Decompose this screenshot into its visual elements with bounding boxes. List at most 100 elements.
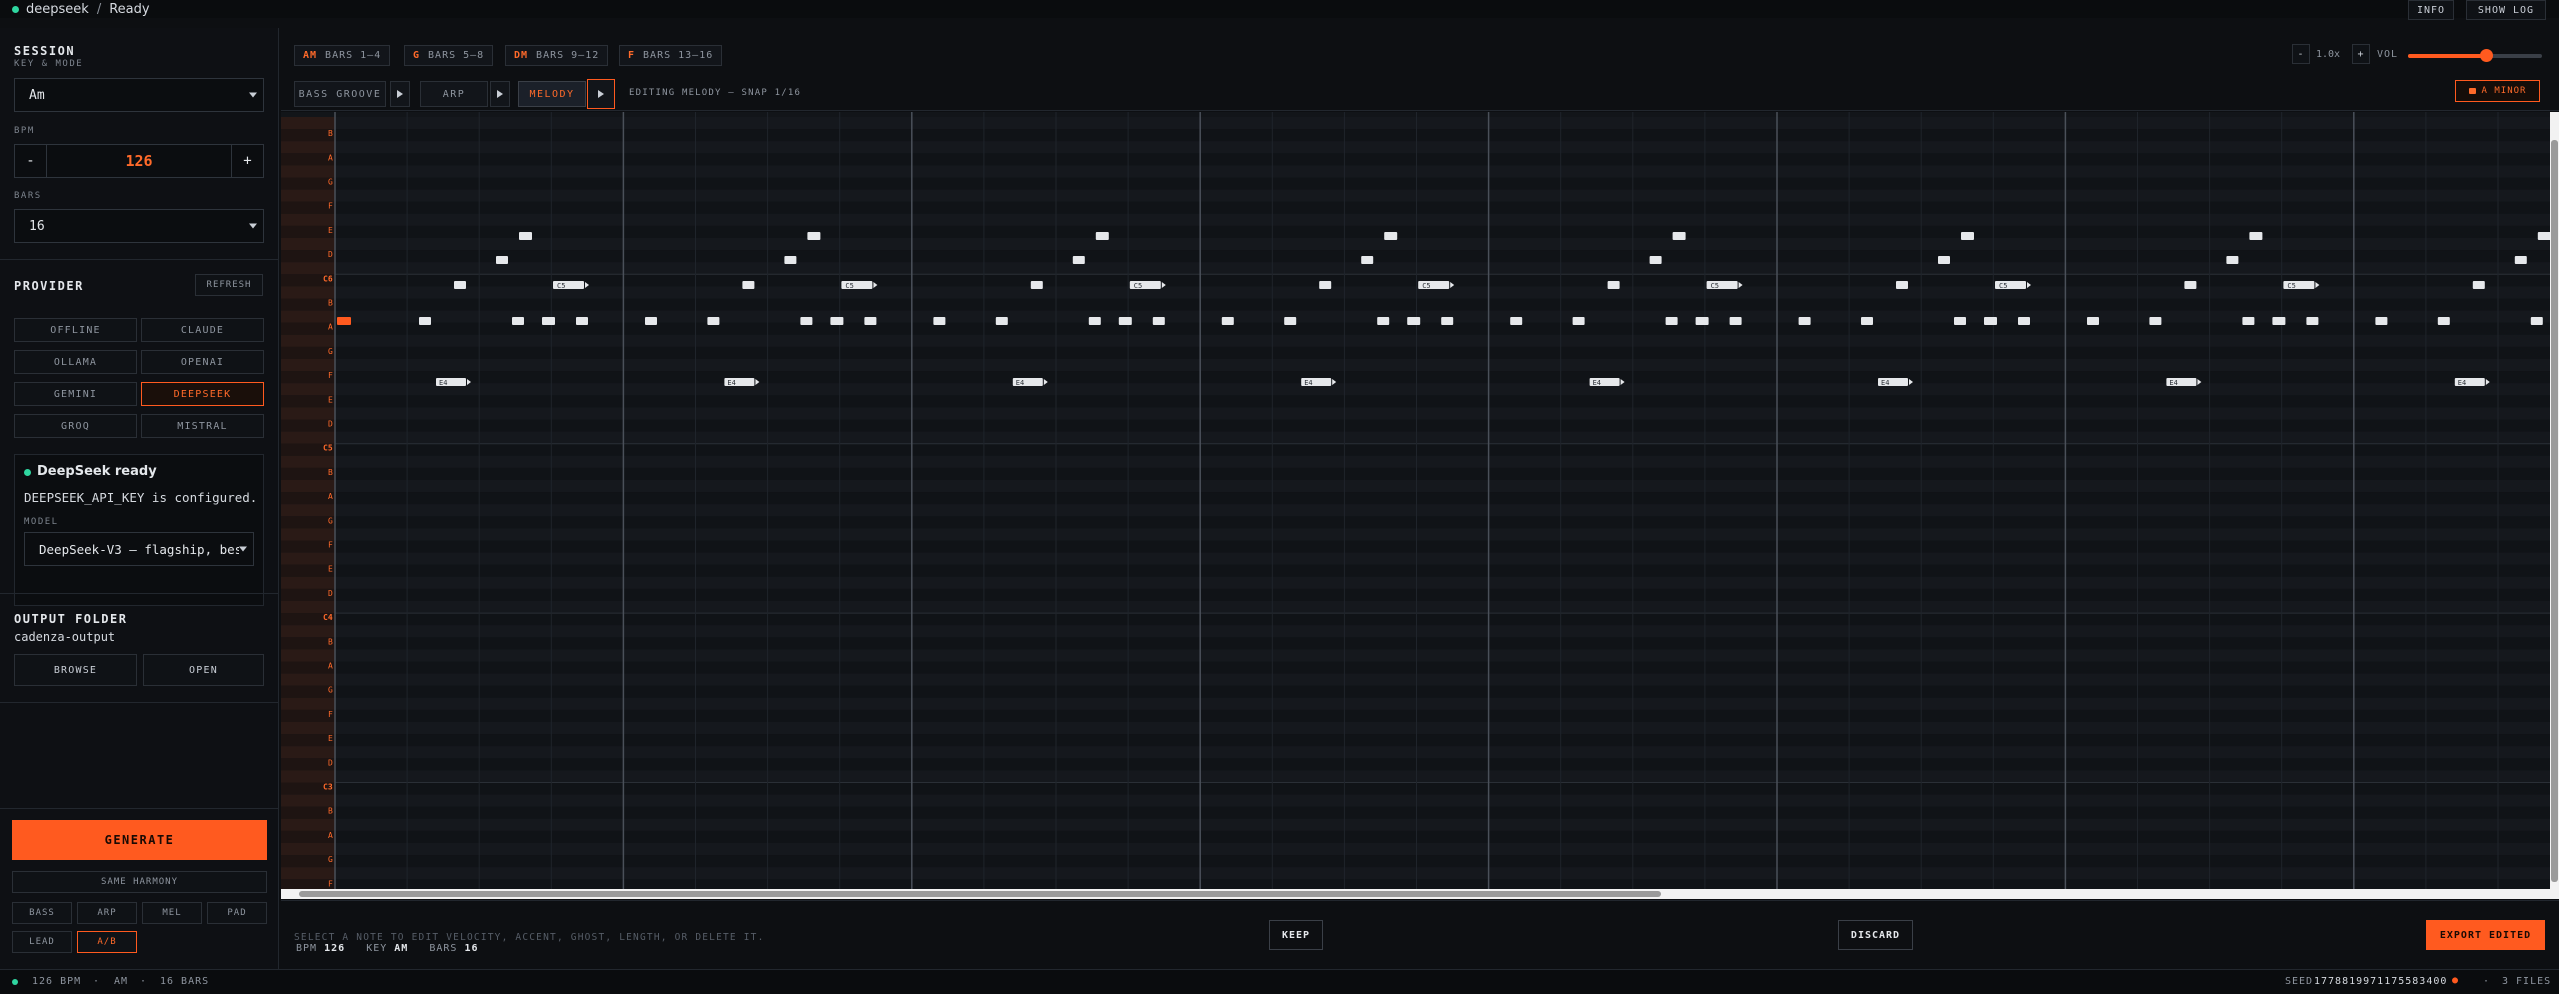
- melody-note[interactable]: [2530, 317, 2543, 325]
- piano-key[interactable]: [281, 661, 335, 674]
- melody-note[interactable]: [2226, 256, 2239, 264]
- piano-key[interactable]: [281, 129, 335, 142]
- piano-key[interactable]: [281, 189, 335, 202]
- melody-note[interactable]: [1572, 317, 1585, 325]
- piano-key[interactable]: [281, 601, 335, 614]
- piano-key[interactable]: [281, 758, 335, 771]
- speed-increment-button[interactable]: +: [2352, 44, 2370, 64]
- melody-note[interactable]: [1221, 317, 1234, 325]
- melody-note[interactable]: [1665, 317, 1678, 325]
- melody-note[interactable]: [1649, 256, 1662, 264]
- piano-key[interactable]: [281, 153, 335, 166]
- melody-note[interactable]: [519, 232, 532, 240]
- selected-note[interactable]: [337, 317, 351, 325]
- melody-note[interactable]: [1384, 232, 1398, 240]
- melody-note[interactable]: [576, 317, 588, 325]
- piano-key[interactable]: [281, 576, 335, 589]
- melody-note[interactable]: [454, 281, 466, 289]
- ab-compare-button[interactable]: A/B: [77, 931, 137, 953]
- horizontal-scrollbar[interactable]: [281, 889, 2559, 899]
- bars-select[interactable]: 16: [14, 209, 264, 243]
- provider-openai[interactable]: OPENAI: [141, 350, 264, 374]
- melody-note[interactable]: [2437, 317, 2450, 325]
- melody-note[interactable]: [1861, 317, 1873, 325]
- melody-note[interactable]: [496, 256, 508, 264]
- melody-note[interactable]: [1607, 281, 1620, 289]
- piano-key[interactable]: [281, 879, 335, 889]
- piano-key[interactable]: [281, 419, 335, 432]
- melody-note[interactable]: [1118, 317, 1132, 325]
- key-select[interactable]: Am: [14, 78, 264, 112]
- volume-slider[interactable]: [2408, 49, 2542, 62]
- piano-key[interactable]: [281, 286, 335, 299]
- piano-key[interactable]: [281, 746, 335, 759]
- melody-note[interactable]: [2018, 317, 2030, 325]
- melody-note[interactable]: [1896, 281, 1908, 289]
- melody-note[interactable]: [1961, 232, 1974, 240]
- piano-key[interactable]: [281, 552, 335, 565]
- piano-key[interactable]: [281, 480, 335, 493]
- piano-key[interactable]: [281, 238, 335, 251]
- refresh-button[interactable]: REFRESH: [195, 274, 263, 296]
- bpm-increment-button[interactable]: +: [231, 145, 263, 177]
- provider-deepseek[interactable]: DEEPSEEK: [141, 382, 264, 406]
- export-edited-button[interactable]: EXPORT EDITED: [2426, 920, 2545, 950]
- melody-note[interactable]: [1984, 317, 1997, 325]
- vertical-scrollbar[interactable]: [2550, 112, 2559, 889]
- regen-lead-button[interactable]: LEAD: [12, 931, 72, 953]
- section-chip-f[interactable]: F BARS 13–16: [619, 45, 723, 66]
- melody-note[interactable]: [1441, 317, 1454, 325]
- piano-key[interactable]: [281, 830, 335, 843]
- generate-button[interactable]: GENERATE: [12, 820, 267, 860]
- melody-note[interactable]: [2184, 281, 2197, 289]
- piano-key[interactable]: [281, 528, 335, 541]
- piano-key[interactable]: [281, 673, 335, 686]
- piano-key[interactable]: [281, 395, 335, 408]
- piano-key[interactable]: [281, 359, 335, 372]
- discard-button[interactable]: DISCARD: [1838, 920, 1913, 950]
- section-chip-am[interactable]: AM BARS 1–4: [294, 45, 391, 66]
- bpm-value[interactable]: 126: [47, 145, 231, 177]
- piano-key[interactable]: [281, 637, 335, 650]
- piano-key[interactable]: [281, 262, 335, 275]
- piano-key[interactable]: [281, 298, 335, 311]
- track-tab-melody[interactable]: MELODY: [518, 81, 586, 107]
- melody-note[interactable]: [2242, 317, 2255, 325]
- piano-key[interactable]: [281, 492, 335, 505]
- melody-note[interactable]: [2306, 317, 2319, 325]
- piano-key[interactable]: [281, 141, 335, 154]
- piano-key[interactable]: [281, 322, 335, 335]
- melody-note[interactable]: [1672, 232, 1686, 240]
- open-button[interactable]: OPEN: [143, 654, 264, 686]
- piano-key[interactable]: [281, 431, 335, 444]
- melody-note[interactable]: [1088, 317, 1101, 325]
- piano-key[interactable]: [281, 540, 335, 553]
- piano-key[interactable]: [281, 467, 335, 480]
- model-select[interactable]: DeepSeek-V3 — flagship, best: [24, 532, 254, 566]
- piano-key[interactable]: [281, 371, 335, 384]
- melody-note[interactable]: [1030, 281, 1043, 289]
- melody-note[interactable]: [1319, 281, 1332, 289]
- provider-ollama[interactable]: OLLAMA: [14, 350, 137, 374]
- piano-key[interactable]: [281, 806, 335, 819]
- vertical-scroll-thumb[interactable]: [2551, 140, 2558, 882]
- melody-note[interactable]: [933, 317, 946, 325]
- track-tab-arp[interactable]: ARP: [420, 81, 488, 107]
- piano-key[interactable]: [281, 213, 335, 226]
- melody-note[interactable]: [1072, 256, 1085, 264]
- provider-mistral[interactable]: MISTRAL: [141, 414, 264, 438]
- melody-note[interactable]: [830, 317, 844, 325]
- regen-arp-button[interactable]: ARP: [77, 902, 137, 924]
- melody-note[interactable]: [2087, 317, 2099, 325]
- melody-note[interactable]: [1152, 317, 1165, 325]
- melody-note[interactable]: [1938, 256, 1950, 264]
- piano-key[interactable]: [281, 794, 335, 807]
- melody-note[interactable]: [1095, 232, 1109, 240]
- piano-key[interactable]: [281, 250, 335, 263]
- piano-key[interactable]: [281, 709, 335, 722]
- section-chip-dm[interactable]: DM BARS 9–12: [505, 45, 609, 66]
- melody-note[interactable]: [1798, 317, 1811, 325]
- browse-button[interactable]: BROWSE: [14, 654, 137, 686]
- melody-note[interactable]: [419, 317, 431, 325]
- piano-roll[interactable]: BAGFEDC6BAGFEDC5BAGFEDC4BAGFEDC3BAGFEDC2…: [281, 112, 2550, 889]
